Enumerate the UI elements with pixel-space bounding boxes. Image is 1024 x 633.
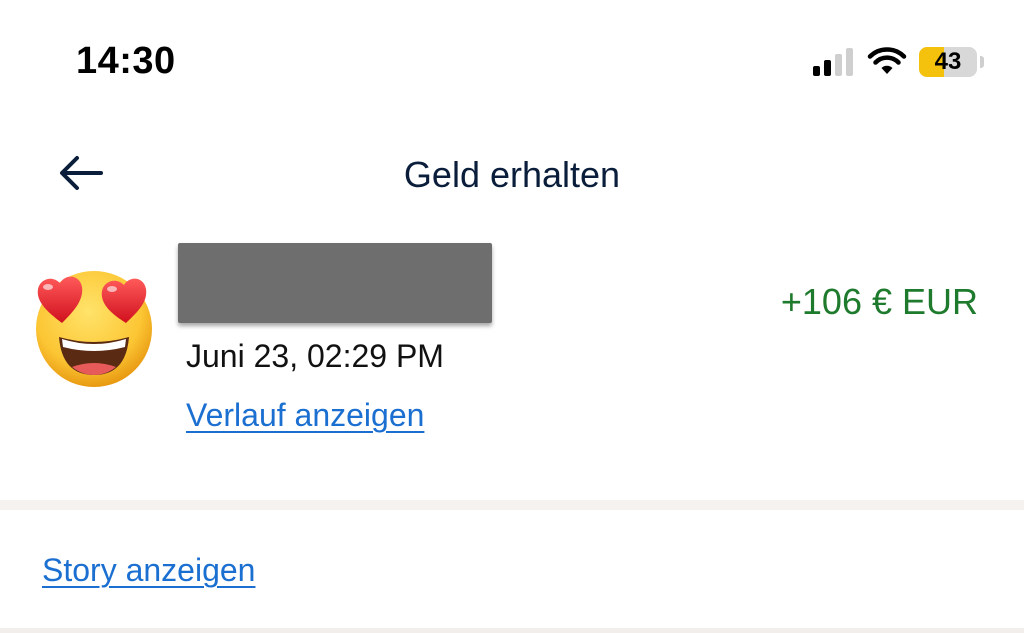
header: Geld erhalten: [0, 140, 1024, 210]
bottom-divider: [0, 628, 1024, 633]
battery-nub: [980, 56, 984, 68]
status-bar: 14:30 43: [0, 0, 1024, 120]
battery-icon: 43: [919, 47, 977, 77]
sender-name-redacted: [178, 243, 492, 323]
battery-level: 43: [934, 48, 962, 75]
page-title: Geld erhalten: [403, 154, 621, 195]
transaction-summary: Juni 23, 02:29 PM Verlauf anzeigen +106 …: [0, 235, 1024, 465]
status-icons: 43: [813, 44, 984, 80]
transaction-date: Juni 23, 02:29 PM: [186, 338, 444, 374]
view-history-link[interactable]: Verlauf anzeigen: [186, 397, 424, 434]
heart-eyes-emoji-icon: [36, 271, 152, 387]
wifi-icon: [867, 47, 907, 74]
view-story-link[interactable]: Story anzeigen: [42, 552, 255, 589]
status-time: 14:30: [76, 40, 176, 82]
cellular-signal-icon: [813, 48, 853, 76]
transaction-amount: +106 € EUR: [780, 281, 978, 322]
section-divider: [0, 500, 1024, 510]
